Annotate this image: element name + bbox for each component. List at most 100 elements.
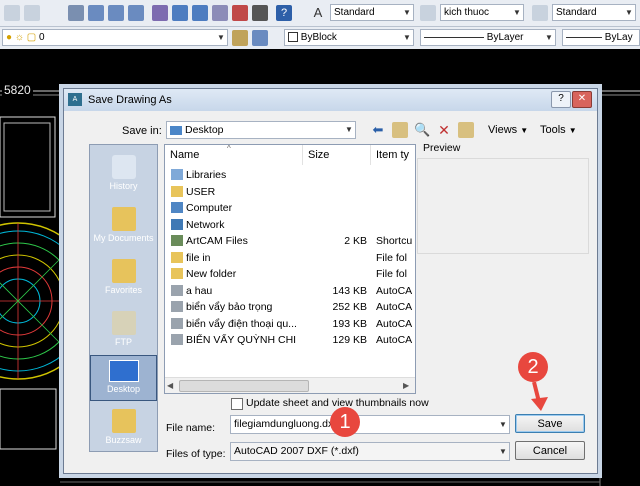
close-icon[interactable]: ✕ (572, 91, 592, 108)
linetype-select[interactable]: ByLayer ▼ (420, 29, 556, 46)
sheet-set-icon[interactable] (212, 5, 228, 21)
file-row[interactable]: ArtCAM Files 2 KB Shortcu (165, 233, 415, 249)
places-bar: History My Documents Favorites FTP Deskt… (89, 144, 158, 452)
zoom-previous-icon[interactable] (128, 5, 144, 21)
redo-icon[interactable] (24, 5, 40, 21)
file-type: AutoCA (376, 284, 413, 297)
ftp-icon (111, 311, 136, 335)
chevron-down-icon: ▼ (403, 8, 411, 17)
update-thumbnails-label: Update sheet and view thumbnails now (246, 397, 429, 409)
file-row[interactable]: USER (165, 184, 415, 200)
places-favorites[interactable]: Favorites (90, 259, 157, 295)
pan-icon[interactable] (68, 5, 84, 21)
step-1-badge: 1 (330, 407, 360, 437)
back-icon[interactable]: ⬅ (370, 122, 386, 138)
undo-icon[interactable] (4, 5, 20, 21)
scroll-right-icon[interactable]: ▶ (403, 381, 409, 390)
file-row[interactable]: biển vẩy điện thoại qu... 193 KB AutoCA (165, 316, 415, 332)
buzzsaw-icon (111, 409, 136, 433)
horizontal-scrollbar[interactable]: ◀ ▶ (165, 377, 415, 393)
step-2-badge: 2 (518, 352, 548, 382)
network-icon (171, 218, 183, 230)
layer-on-icon: ● ☼ ▢ (6, 32, 37, 43)
dim-style-value: kich thuoc (444, 7, 490, 18)
properties-icon[interactable] (152, 5, 168, 21)
scroll-thumb[interactable] (179, 380, 309, 392)
sort-ascending-icon: ^ (227, 144, 231, 153)
color-value: ByBlock (300, 32, 337, 43)
file-type: File fol (376, 251, 407, 264)
places-history[interactable]: History (90, 155, 157, 191)
help-icon[interactable]: ? (276, 5, 292, 21)
help-icon[interactable]: ? (551, 91, 571, 108)
file-row[interactable]: Libraries (165, 167, 415, 183)
file-type: AutoCA (376, 317, 413, 330)
chevron-down-icon[interactable]: ▼ (497, 416, 509, 433)
file-name: Computer (186, 202, 233, 214)
text-style-icon: A (313, 5, 323, 20)
places-label: FTP (115, 337, 132, 347)
color-swatch (288, 32, 298, 43)
chevron-down-icon: ▼ (345, 125, 353, 134)
column-header-size[interactable]: Size (303, 145, 371, 165)
new-folder-icon[interactable] (458, 122, 474, 138)
make-layer-current-icon[interactable] (232, 30, 248, 46)
file-row[interactable]: file in File fol (165, 250, 415, 266)
file-row[interactable]: Network (165, 217, 415, 233)
file-row[interactable]: Computer (165, 200, 415, 216)
chevron-down-icon: ▼ (568, 126, 577, 135)
scroll-left-icon[interactable]: ◀ (167, 381, 173, 390)
file-row[interactable]: biển vẩy bảo trọng 252 KB AutoCA (165, 299, 415, 315)
save-in-select[interactable]: Desktop ▼ (166, 121, 356, 139)
file-size: 252 KB (332, 301, 367, 313)
markup-icon[interactable] (232, 5, 248, 21)
file-type: File fol (376, 268, 407, 280)
dialog-titlebar[interactable]: A Save Drawing As ? ✕ (64, 89, 597, 111)
calculator-icon[interactable] (252, 5, 268, 21)
places-my-documents[interactable]: My Documents (90, 207, 157, 243)
places-desktop[interactable]: Desktop (90, 355, 157, 401)
lineweight-select[interactable]: ByLay (562, 29, 640, 46)
tools-menu[interactable]: Tools ▼ (540, 124, 577, 136)
up-one-level-icon[interactable] (392, 122, 408, 138)
file-list[interactable]: Name ^ Size Item ty Libraries USER Computer… (164, 144, 416, 394)
file-row[interactable]: BIỂN VẨY QUỲNH CHI 129 KB AutoCA (165, 332, 415, 348)
column-header-label: Name (170, 149, 200, 161)
places-ftp[interactable]: FTP (90, 311, 157, 347)
column-header-type[interactable]: Item ty (371, 145, 415, 165)
places-buzzsaw[interactable]: Buzzsaw (90, 409, 157, 445)
column-header-name[interactable]: Name ^ (165, 145, 303, 165)
layer-select[interactable]: ● ☼ ▢ 0 ▼ (2, 29, 228, 46)
dim-style-icon (420, 5, 436, 21)
places-label: Buzzsaw (105, 435, 142, 445)
zoom-realtime-icon[interactable] (88, 5, 104, 21)
preview-panel: Preview (417, 142, 589, 392)
views-menu[interactable]: Views ▼ (488, 124, 528, 136)
search-web-icon[interactable]: 🔍 (414, 122, 430, 138)
preview-image (417, 158, 589, 254)
tool-palettes-icon[interactable] (192, 5, 208, 21)
design-center-icon[interactable] (172, 5, 188, 21)
text-style-select[interactable]: Standard ▼ (330, 4, 414, 21)
chevron-down-icon: ▼ (520, 126, 529, 135)
dim-style-select[interactable]: kich thuoc ▼ (440, 4, 524, 21)
file-type-select[interactable]: AutoCAD 2007 DXF (*.dxf) ▼ (230, 442, 510, 461)
save-button[interactable]: Save (515, 414, 585, 433)
file-row[interactable]: a hau 143 KB AutoCA (165, 283, 415, 299)
cancel-button[interactable]: Cancel (515, 441, 585, 460)
delete-icon[interactable]: ✕ (436, 122, 452, 138)
places-label: Favorites (104, 285, 142, 295)
shortcut-icon (171, 235, 183, 246)
color-select[interactable]: ByBlock ▼ (284, 29, 414, 46)
save-in-value: Desktop (185, 124, 224, 136)
file-row[interactable]: New folder File fol (165, 266, 415, 282)
chevron-down-icon: ▼ (499, 447, 507, 456)
update-thumbnails-checkbox[interactable] (231, 398, 243, 410)
file-name-input[interactable]: filegiamdungluong.dxf ▼ (230, 415, 510, 434)
layer-previous-icon[interactable] (252, 30, 268, 46)
file-name: Libraries (186, 169, 227, 181)
table-style-select[interactable]: Standard ▼ (552, 4, 636, 21)
preview-label: Preview (423, 142, 461, 154)
zoom-window-icon[interactable] (108, 5, 124, 21)
file-name: a hau (186, 284, 213, 297)
